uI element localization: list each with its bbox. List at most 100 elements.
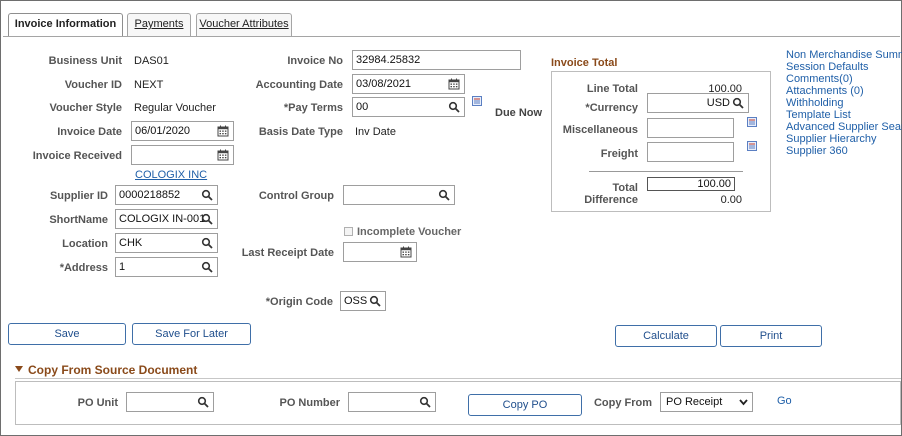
origin-code-text: OSS bbox=[344, 295, 368, 307]
copy-from-select[interactable]: PO Receipt bbox=[660, 392, 753, 412]
invoice-date-input[interactable]: 06/01/2020 bbox=[131, 121, 234, 141]
link-attachments[interactable]: Attachments (0) bbox=[786, 85, 864, 97]
po-number-input[interactable] bbox=[348, 392, 436, 412]
link-non-merchandise-summary[interactable]: Non Merchandise Summary bbox=[786, 49, 902, 61]
search-icon[interactable] bbox=[369, 294, 381, 308]
freight-detail-icon[interactable] bbox=[747, 141, 757, 151]
accounting-date-label: Accounting Date bbox=[255, 79, 343, 91]
pay-terms-text: 00 bbox=[356, 101, 369, 113]
calendar-icon[interactable] bbox=[217, 148, 229, 162]
link-advanced-supplier-search[interactable]: Advanced Supplier Search bbox=[786, 121, 902, 133]
difference-value: 0.00 bbox=[720, 194, 742, 206]
save-for-later-button[interactable]: Save For Later bbox=[132, 323, 251, 345]
currency-text: USD bbox=[706, 97, 730, 109]
invoice-date-text: 06/01/2020 bbox=[135, 125, 191, 137]
short-name-input[interactable]: COLOGIX IN-001 bbox=[115, 209, 218, 229]
link-template-list[interactable]: Template List bbox=[786, 109, 851, 121]
business-unit-value: DAS01 bbox=[134, 55, 169, 67]
calculate-button[interactable]: Calculate bbox=[615, 325, 717, 347]
origin-code-label: *Origin Code bbox=[265, 296, 333, 308]
currency-input[interactable]: USD bbox=[647, 93, 749, 113]
short-name-label: ShortName bbox=[49, 214, 108, 226]
search-icon[interactable] bbox=[197, 395, 209, 409]
link-supplier-hierarchy[interactable]: Supplier Hierarchy bbox=[786, 133, 876, 145]
supplier-id-input[interactable]: 0000218852 bbox=[115, 185, 218, 205]
basis-date-type-label: Basis Date Type bbox=[258, 126, 343, 138]
location-text: CHK bbox=[119, 237, 143, 249]
address-label: *Address bbox=[59, 262, 108, 274]
copy-from-label: Copy From bbox=[593, 397, 652, 409]
origin-code-input[interactable]: OSS bbox=[340, 291, 386, 311]
pay-terms-detail-icon[interactable] bbox=[472, 96, 482, 106]
search-icon[interactable] bbox=[732, 96, 744, 110]
due-now-text: Due Now bbox=[495, 107, 543, 119]
link-supplier-360[interactable]: Supplier 360 bbox=[786, 145, 848, 157]
address-text: 1 bbox=[119, 261, 126, 273]
search-icon[interactable] bbox=[201, 212, 213, 226]
collapse-arrow-icon[interactable] bbox=[15, 366, 23, 372]
freight-label: Freight bbox=[600, 148, 638, 160]
voucher-id-value: NEXT bbox=[134, 79, 164, 91]
invoice-no-input[interactable]: 32984.25832 bbox=[352, 50, 521, 70]
search-icon[interactable] bbox=[448, 100, 460, 114]
invoice-total-title: Invoice Total bbox=[551, 57, 618, 69]
copy-section-divider bbox=[15, 378, 901, 379]
business-unit-label: Business Unit bbox=[48, 55, 122, 67]
line-total-label: Line Total bbox=[586, 83, 638, 95]
search-icon[interactable] bbox=[438, 188, 450, 202]
total-input: 100.00 bbox=[647, 177, 735, 191]
tab-payments[interactable]: Payments bbox=[127, 13, 191, 36]
save-button[interactable]: Save bbox=[8, 323, 126, 345]
miscellaneous-detail-icon[interactable] bbox=[747, 117, 757, 127]
currency-label: *Currency bbox=[585, 102, 638, 114]
invoice-date-label: Invoice Date bbox=[57, 126, 122, 138]
copy-section-title[interactable]: Copy From Source Document bbox=[28, 363, 197, 377]
calendar-icon[interactable] bbox=[217, 124, 229, 138]
tab-invoice-information[interactable]: Invoice Information bbox=[8, 13, 123, 37]
short-name-text: COLOGIX IN-001 bbox=[119, 213, 206, 225]
go-link[interactable]: Go bbox=[777, 395, 792, 407]
basis-date-type-value: Inv Date bbox=[355, 126, 396, 138]
link-withholding[interactable]: Withholding bbox=[786, 97, 843, 109]
accounting-date-input[interactable]: 03/08/2021 bbox=[352, 74, 465, 94]
search-icon[interactable] bbox=[419, 395, 431, 409]
last-receipt-date-label: Last Receipt Date bbox=[241, 247, 334, 259]
location-input[interactable]: CHK bbox=[115, 233, 218, 253]
calendar-icon[interactable] bbox=[448, 77, 460, 91]
search-icon[interactable] bbox=[201, 236, 213, 250]
miscellaneous-input[interactable] bbox=[647, 118, 734, 138]
freight-input[interactable] bbox=[647, 142, 734, 162]
control-group-input[interactable] bbox=[343, 185, 455, 205]
incomplete-voucher-checkbox[interactable] bbox=[344, 227, 353, 236]
search-icon[interactable] bbox=[201, 188, 213, 202]
search-icon[interactable] bbox=[201, 260, 213, 274]
tab-divider bbox=[3, 36, 900, 37]
accounting-date-text: 03/08/2021 bbox=[356, 78, 412, 90]
copy-from-text: PO Receipt bbox=[666, 396, 723, 408]
supplier-name-link[interactable]: COLOGIX INC bbox=[135, 169, 207, 181]
pay-terms-input[interactable]: 00 bbox=[352, 97, 465, 117]
link-comments[interactable]: Comments(0) bbox=[786, 73, 853, 85]
invoice-received-input[interactable] bbox=[131, 145, 234, 165]
voucher-id-label: Voucher ID bbox=[64, 79, 122, 91]
invoice-no-text: 32984.25832 bbox=[356, 54, 421, 66]
invoice-no-label: Invoice No bbox=[287, 55, 343, 67]
copy-po-button[interactable]: Copy PO bbox=[468, 394, 582, 416]
tab-voucher-attributes[interactable]: Voucher Attributes bbox=[196, 13, 292, 36]
last-receipt-date-input[interactable] bbox=[343, 242, 417, 262]
po-unit-label: PO Unit bbox=[77, 397, 118, 409]
incomplete-voucher-label: Incomplete Voucher bbox=[357, 226, 462, 238]
address-input[interactable]: 1 bbox=[115, 257, 218, 277]
po-unit-input[interactable] bbox=[126, 392, 214, 412]
location-label: Location bbox=[62, 238, 108, 250]
supplier-id-label: Supplier ID bbox=[49, 190, 108, 202]
total-text: 100.00 bbox=[697, 178, 731, 190]
chevron-down-icon bbox=[739, 399, 748, 406]
calendar-icon[interactable] bbox=[400, 245, 412, 259]
voucher-style-label: Voucher Style bbox=[49, 102, 122, 114]
pay-terms-label: *Pay Terms bbox=[283, 102, 343, 114]
po-number-label: PO Number bbox=[279, 397, 340, 409]
print-button[interactable]: Print bbox=[720, 325, 822, 347]
link-session-defaults[interactable]: Session Defaults bbox=[786, 61, 869, 73]
difference-label: Difference bbox=[584, 194, 638, 206]
